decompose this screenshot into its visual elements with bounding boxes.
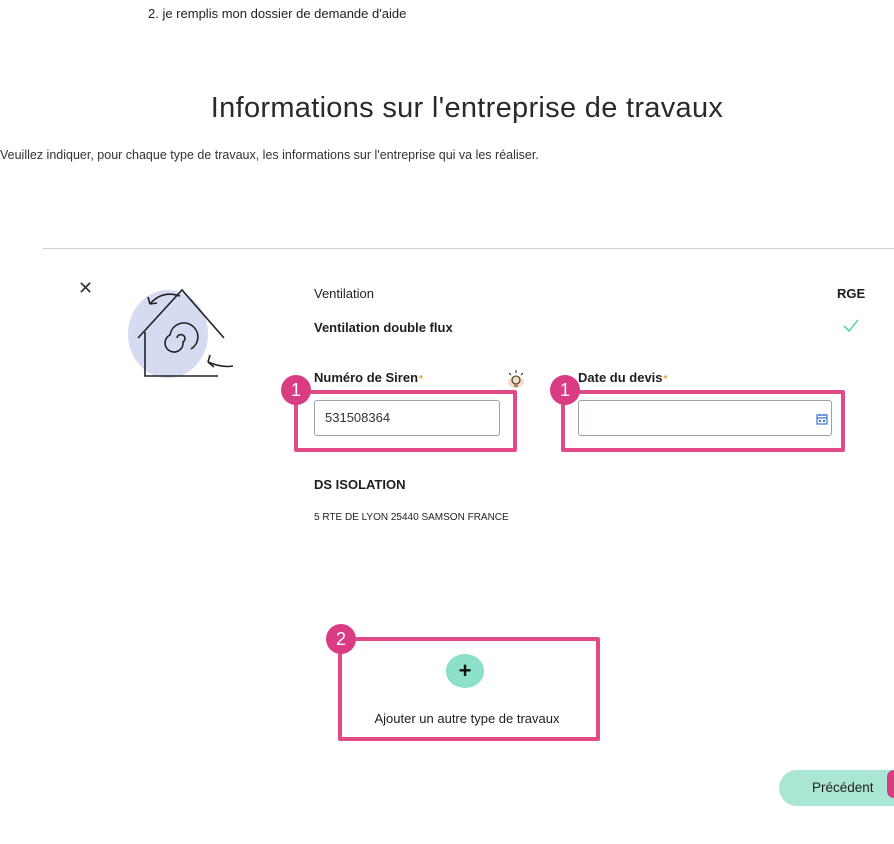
siren-label: Numéro de Siren*	[314, 370, 423, 385]
divider	[43, 248, 894, 249]
annotation-marker-partial	[887, 770, 894, 798]
highlight-add	[338, 637, 600, 741]
step-indicator: 2. je remplis mon dossier de demande d'a…	[148, 6, 407, 21]
ventilation-house-icon	[128, 288, 234, 378]
rge-label: RGE	[837, 286, 866, 301]
annotation-marker: 1	[550, 375, 580, 405]
annotation-marker: 1	[281, 375, 311, 405]
required-star: *	[663, 374, 668, 385]
company-address: 5 RTE DE LYON 25440 SAMSON FRANCE	[314, 512, 509, 523]
intro-text: Veuillez indiquer, pour chaque type de t…	[0, 148, 539, 162]
work-type: Ventilation double flux	[314, 320, 453, 335]
date-label: Date du devis*	[578, 370, 668, 385]
highlight-siren	[294, 390, 517, 452]
annotation-marker: 2	[326, 624, 356, 654]
highlight-date	[561, 390, 845, 452]
company-name: DS ISOLATION	[314, 477, 406, 492]
previous-button[interactable]: Précédent	[779, 770, 894, 806]
lightbulb-icon[interactable]	[507, 369, 525, 389]
page-title: Informations sur l'entreprise de travaux	[210, 92, 724, 124]
check-icon	[843, 319, 859, 333]
work-category: Ventilation	[314, 286, 374, 301]
required-star: *	[419, 374, 423, 385]
close-icon[interactable]: ✕	[78, 278, 93, 299]
